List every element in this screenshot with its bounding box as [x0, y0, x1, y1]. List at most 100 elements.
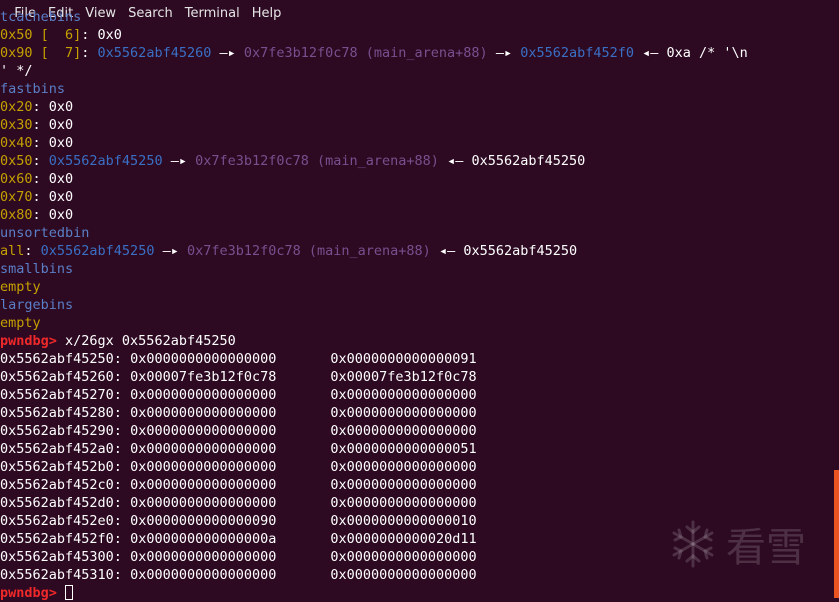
chunk-pointer: 0x5562abf45250 [40, 243, 155, 259]
bin-value: : 0x0 [32, 189, 74, 205]
menu-bar: File Edit View Search Terminal Help [0, 0, 839, 21]
back-arrow: ◂— [438, 153, 472, 169]
memory-row: 0x5562abf452d0: 0x0000000000000000 0x0000… [0, 494, 828, 512]
forward-arrow: —▸ [211, 45, 244, 61]
bin-tail: 0x5562abf45250 [463, 243, 578, 259]
largebins-header: largebins [0, 297, 74, 313]
fastbin-row: 0x50: 0x5562abf45250 —▸ 0x7fe3b12f0c78 (… [0, 152, 828, 170]
bin-colon: : [81, 45, 98, 61]
libc-pointer: 0x7fe3b12f0c78 (main_arena+88) [186, 243, 431, 259]
memory-value: 0x0000000000020d11 [330, 531, 477, 547]
forward-arrow: —▸ [162, 153, 196, 169]
memory-address: 0x5562abf45300: [0, 549, 122, 565]
memory-address: 0x5562abf452a0: [0, 441, 122, 457]
bin-size: 0x70 [0, 189, 33, 205]
memory-value: 0x0000000000000091 [330, 351, 477, 367]
memory-value: 0x0000000000000000 [130, 441, 277, 457]
memory-value: 0x0000000000000010 [330, 513, 477, 529]
bin-size: 0x50 [ 6] [0, 27, 82, 43]
bin-value: : 0x0 [32, 135, 74, 151]
memory-value: 0x0000000000000000 [330, 459, 477, 475]
fastbin-row: 0x30: 0x0 [0, 116, 828, 134]
memory-value: 0x0000000000000000 [330, 477, 477, 493]
memory-address: 0x5562abf45250: [0, 351, 122, 367]
back-arrow: ◂— [634, 45, 667, 61]
back-arrow: ◂— [430, 243, 464, 259]
memory-value: 0x0000000000000000 [130, 405, 277, 421]
unsortedbin-row: all: 0x5562abf45250 —▸ 0x7fe3b12f0c78 (m… [0, 242, 828, 260]
memory-value: 0x0000000000000000 [330, 423, 477, 439]
memory-row: 0x5562abf45260: 0x00007fe3b12f0c78 0x0000… [0, 368, 828, 386]
tcache-row: 0x90 [ 7]: 0x5562abf45260 —▸ 0x7fe3b12f0… [0, 44, 828, 62]
tcache-row: 0x50 [ 6]: 0x0 [0, 26, 828, 44]
bin-value: : 0x0 [32, 171, 74, 187]
memory-address: 0x5562abf452c0: [0, 477, 122, 493]
memory-value: 0x0000000000000000 [130, 459, 277, 475]
bin-size: 0x30 [0, 117, 33, 133]
memory-address: 0x5562abf452d0: [0, 495, 122, 511]
watermark-text: 看雪 [726, 525, 806, 571]
memory-row: 0x5562abf45250: 0x0000000000000000 0x0000… [0, 350, 828, 368]
memory-value: 0x0000000000000000 [130, 549, 277, 565]
memory-value: 0x0000000000000000 [130, 567, 277, 583]
bin-size: 0x80 [0, 207, 33, 223]
memory-value: 0x000000000000000a [130, 531, 277, 547]
memory-value: 0x0000000000000000 [330, 405, 477, 421]
chunk-pointer: 0x5562abf45250 [48, 153, 163, 169]
memory-row: 0x5562abf452b0: 0x0000000000000000 0x0000… [0, 458, 828, 476]
input-line[interactable]: pwndbg> [0, 584, 828, 602]
memory-value: 0x0000000000000090 [130, 513, 277, 529]
memory-value: 0x0000000000000000 [130, 477, 277, 493]
memory-row: 0x5562abf452c0: 0x0000000000000000 0x0000… [0, 476, 828, 494]
watermark: 看雪 [668, 514, 806, 574]
fastbins-header: fastbins [0, 81, 66, 97]
smallbins-value: empty [0, 279, 41, 295]
largebins-value: empty [0, 315, 41, 331]
fastbin-row: 0x60: 0x0 [0, 170, 828, 188]
chunk-pointer: 0x5562abf45260 [97, 45, 212, 61]
memory-address: 0x5562abf45270: [0, 387, 122, 403]
bin-colon: : [32, 153, 49, 169]
memory-value: 0x0000000000000000 [130, 495, 277, 511]
fastbin-row: 0x40: 0x0 [0, 134, 828, 152]
bin-size: 0x20 [0, 99, 33, 115]
memory-address: 0x5562abf452e0: [0, 513, 122, 529]
memory-value: 0x0000000000000000 [130, 387, 277, 403]
libc-pointer: 0x7fe3b12f0c78 (main_arena+88) [195, 153, 439, 169]
terminal-output[interactable]: tcachebins 0x50 [ 6]: 0x0 0x90 [ 7]: 0x5… [0, 8, 828, 602]
memory-address: 0x5562abf45260: [0, 369, 122, 385]
bin-value: : 0x0 [81, 27, 122, 43]
memory-value: 0x0000000000000000 [330, 495, 477, 511]
scrollbar-thumb[interactable] [834, 470, 839, 598]
forward-arrow: —▸ [154, 243, 187, 259]
memory-address: 0x5562abf45310: [0, 567, 122, 583]
smallbins-header: smallbins [0, 261, 74, 277]
chunk-pointer: 0x5562abf452f0 [520, 45, 635, 61]
bin-size: all [0, 243, 25, 259]
memory-value: 0x00007fe3b12f0c78 [130, 369, 277, 385]
forward-arrow: —▸ [487, 45, 521, 61]
prompt: pwndbg> [0, 333, 57, 349]
bin-colon: : [24, 243, 41, 259]
command-text: x/26gx 0x5562abf45250 [56, 333, 236, 349]
libc-pointer: 0x7fe3b12f0c78 (main_arena+88) [243, 45, 488, 61]
memory-value: 0x0000000000000000 [330, 567, 477, 583]
memory-row: 0x5562abf45290: 0x0000000000000000 0x0000… [0, 422, 828, 440]
snowflake-icon [672, 520, 714, 568]
bin-tail: 0x5562abf45250 [471, 153, 586, 169]
bin-tail: 0xa /* '\n [666, 45, 748, 61]
unsortedbin-header: unsortedbin [0, 225, 90, 241]
tcachebins-header: tcachebins [0, 9, 82, 25]
tcache-row-continuation: ' */ [0, 63, 33, 79]
memory-value: 0x0000000000000000 [130, 351, 277, 367]
memory-value: 0x0000000000000000 [330, 549, 477, 565]
memory-value: 0x00007fe3b12f0c78 [330, 369, 477, 385]
memory-value: 0x0000000000000000 [130, 423, 277, 439]
memory-row: 0x5562abf45270: 0x0000000000000000 0x0000… [0, 386, 828, 404]
command-line: pwndbg> x/26gx 0x5562abf45250 [0, 332, 828, 350]
memory-value: 0x0000000000000000 [330, 387, 477, 403]
bin-size: 0x90 [ 7] [0, 45, 82, 61]
prompt: pwndbg> [0, 585, 57, 601]
fastbin-row: 0x20: 0x0 [0, 98, 828, 116]
memory-value: 0x0000000000000051 [330, 441, 477, 457]
